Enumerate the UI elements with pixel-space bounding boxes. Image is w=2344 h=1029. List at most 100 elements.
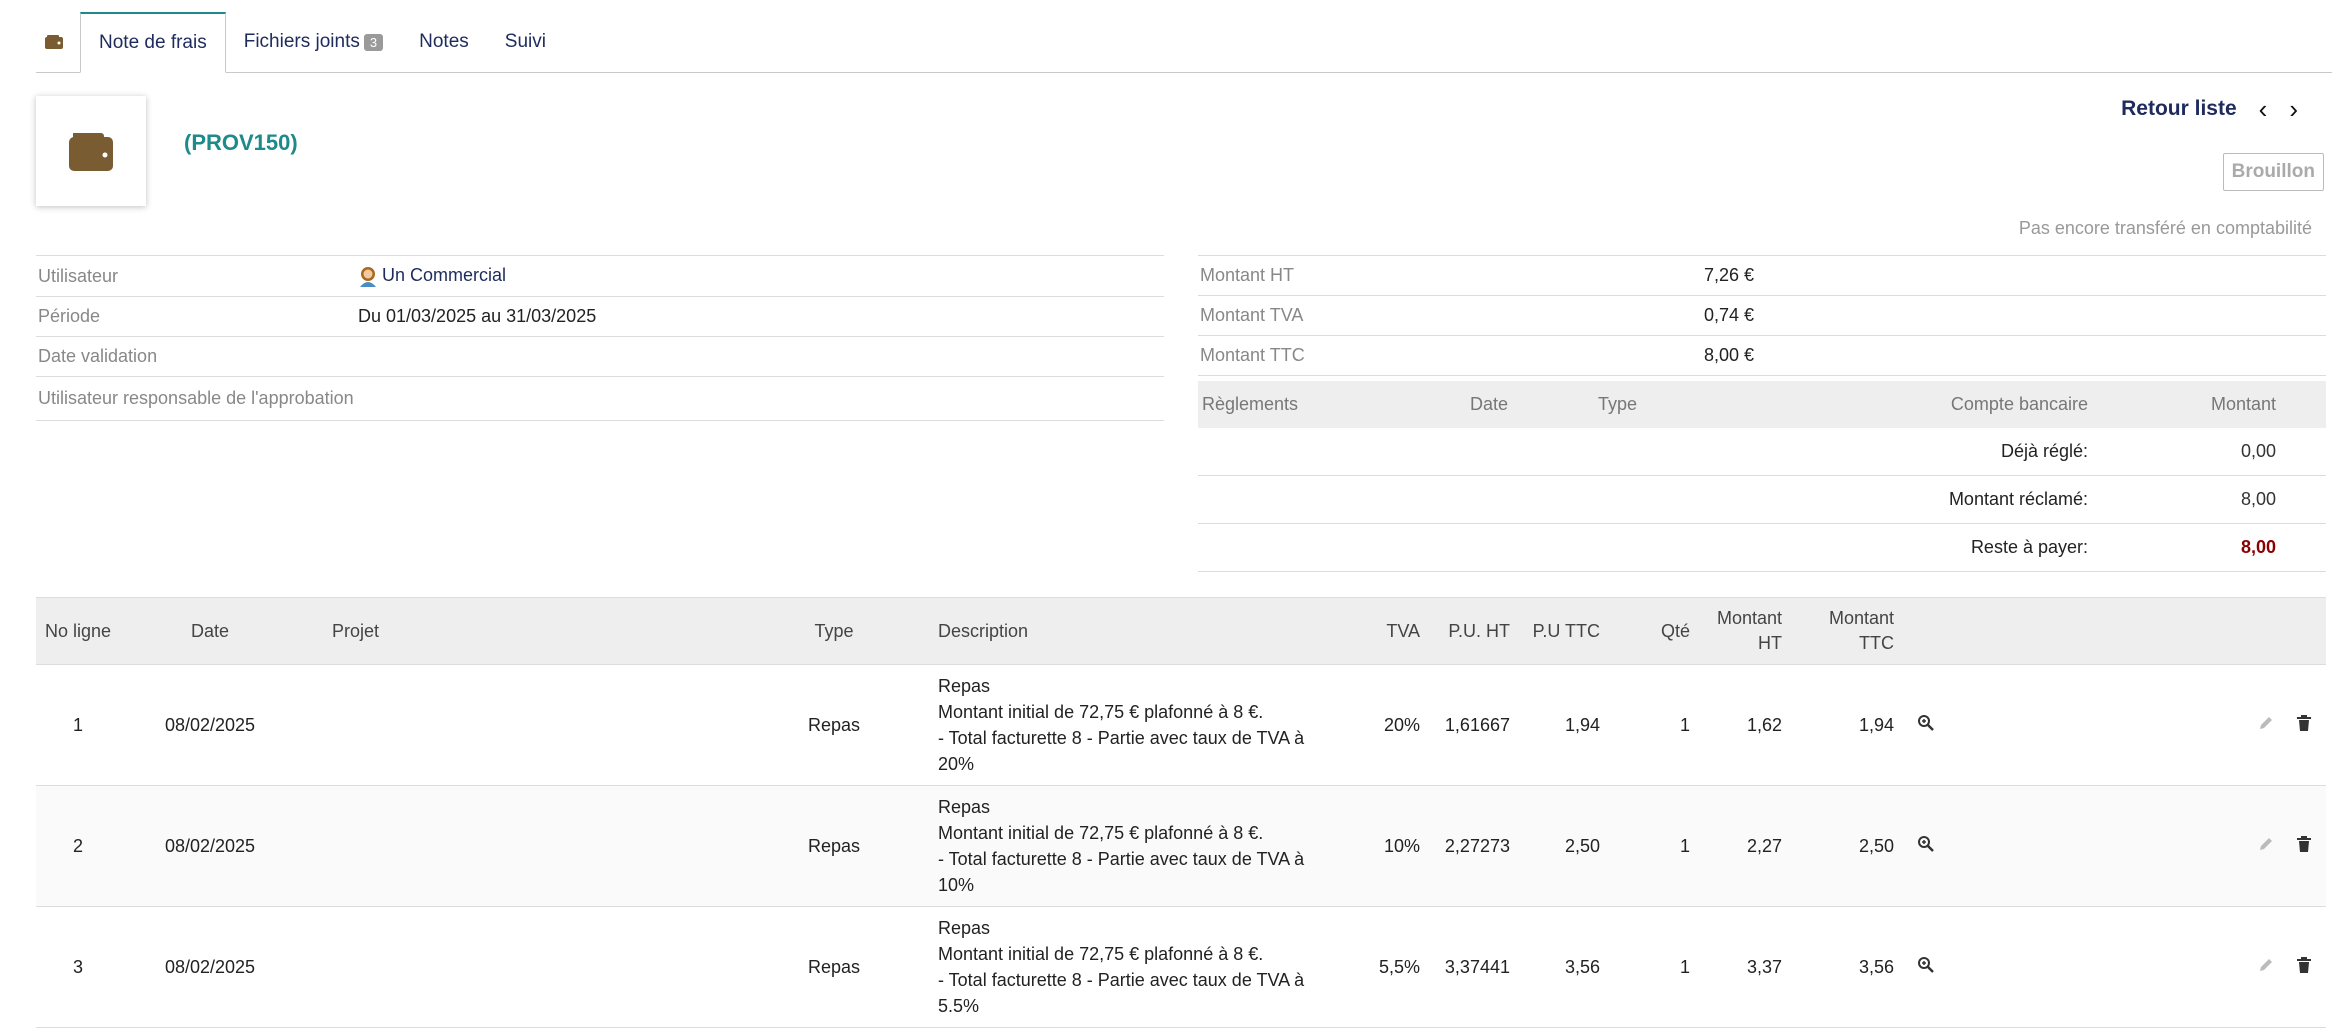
already-paid-value: 0,00	[2092, 428, 2326, 476]
payments-header-type: Type	[1594, 381, 1784, 428]
trash-icon[interactable]	[2296, 714, 2312, 732]
amount-ttc-label: Montant TTC	[1198, 335, 1702, 376]
lines-header-row: No ligne Date Projet Type Description TV…	[36, 597, 2326, 665]
line-project	[300, 664, 758, 786]
col-header-amount-ht: Montant HT	[1696, 597, 1788, 665]
user-label: Utilisateur	[36, 254, 356, 298]
amount-ht-label: Montant HT	[1198, 255, 1702, 296]
info-row-user: Utilisateur Un Commercial	[36, 254, 1164, 298]
line-no: 2	[36, 785, 120, 907]
line-type: Repas	[758, 906, 910, 1028]
tab-suivi[interactable]: Suivi	[487, 12, 564, 72]
trash-icon[interactable]	[2296, 956, 2312, 974]
payments-header-bank-account: Compte bancaire	[1784, 381, 2092, 428]
line-amount-ttc: 1,94	[1788, 664, 1900, 786]
previous-arrow-icon[interactable]: ‹	[2259, 96, 2268, 122]
line-pu-ht: 3,37441	[1426, 906, 1516, 1028]
col-header-no: No ligne	[36, 597, 120, 665]
line-amount-ttc: 3,56	[1788, 906, 1900, 1028]
zoom-icon[interactable]	[1917, 714, 1935, 732]
col-header-tva: TVA	[1354, 597, 1426, 665]
col-header-pu-ttc: P.U TTC	[1516, 597, 1606, 665]
accounting-transfer-note: Pas encore transféré en comptabilité	[2018, 218, 2312, 238]
col-header-amount-ttc: Montant TTC	[1788, 597, 1900, 665]
period-label: Période	[36, 296, 356, 338]
description-line: Repas	[938, 797, 991, 817]
description-line: Montant initial de 72,75 € plafonné à 8 …	[938, 823, 1264, 843]
col-header-qty: Qté	[1606, 597, 1696, 665]
line-no: 3	[36, 906, 120, 1028]
avatar-icon	[360, 267, 376, 288]
description-line: - Total facturette 8 - Partie avec taux …	[938, 849, 1305, 869]
wallet-icon	[69, 133, 113, 171]
line-zoom-cell	[1900, 785, 1952, 907]
info-row-approver: Utilisateur responsable de l'approbation	[36, 376, 1164, 422]
line-type: Repas	[758, 785, 910, 907]
tab-bar: Note de frais Fichiers joints 3 Notes Sui…	[36, 12, 2332, 73]
pencil-icon[interactable]	[2257, 956, 2275, 974]
zoom-icon[interactable]	[1917, 956, 1935, 974]
line-pu-ht: 1,61667	[1426, 664, 1516, 786]
description-line: - Total facturette 8 - Partie avec taux …	[938, 728, 1305, 748]
back-to-list-link[interactable]: Retour liste	[2121, 97, 2237, 121]
line-project	[300, 906, 758, 1028]
payments-table: Règlements Date Type Compte bancaire Mon…	[1198, 381, 2326, 572]
tab-fichiers-joints[interactable]: Fichiers joints 3	[226, 12, 401, 72]
next-arrow-icon[interactable]: ›	[2289, 96, 2298, 122]
description-line: 10%	[938, 875, 975, 895]
line-amount-ttc: 2,50	[1788, 785, 1900, 907]
line-amount-ht: 2,27	[1696, 785, 1788, 907]
info-row-validation: Date validation	[36, 336, 1164, 378]
line-tva: 10%	[1354, 785, 1426, 907]
pencil-icon[interactable]	[2257, 835, 2275, 853]
line-tva: 5,5%	[1354, 906, 1426, 1028]
amount-row-tva: Montant TVA 0,74 €	[1198, 295, 2326, 336]
line-pu-ttc: 1,94	[1516, 664, 1606, 786]
amount-row-ttc: Montant TTC 8,00 €	[1198, 335, 2326, 376]
amount-ht-value: 7,26 €	[1702, 255, 2326, 296]
line-description: Repas Montant initial de 72,75 € plafonn…	[910, 906, 1354, 1028]
col-header-zoom	[1900, 597, 1952, 665]
line-project	[300, 785, 758, 907]
zoom-icon[interactable]	[1917, 835, 1935, 853]
payments-claimed-row: Montant réclamé: 8,00	[1198, 475, 2326, 524]
tab-label: Notes	[419, 31, 469, 52]
description-line: 20%	[938, 754, 975, 774]
line-pu-ht: 2,27273	[1426, 785, 1516, 907]
col-header-type: Type	[758, 597, 910, 665]
remaining-label: Reste à payer:	[1198, 523, 2092, 572]
tab-label: Note de frais	[99, 32, 207, 53]
line-zoom-cell	[1900, 906, 1952, 1028]
pencil-icon[interactable]	[2257, 714, 2275, 732]
tab-label: Fichiers joints	[243, 31, 360, 52]
tab-card-icon[interactable]	[36, 12, 80, 72]
payments-header-date: Date	[1466, 381, 1594, 428]
col-header-project: Projet	[300, 597, 758, 665]
record-logo	[36, 96, 146, 206]
col-header-date: Date	[120, 597, 300, 665]
payments-remaining-row: Reste à payer: 8,00	[1198, 523, 2326, 572]
record-ref: (PROV150)	[184, 130, 298, 155]
table-row: 1 08/02/2025 Repas Repas Montant initial…	[36, 664, 2326, 786]
amounts-table: Montant HT 7,26 € Montant TVA 0,74 € Mon…	[1198, 255, 2326, 376]
line-type: Repas	[758, 664, 910, 786]
tab-note-de-frais[interactable]: Note de frais	[80, 12, 226, 73]
info-table: Utilisateur Un Commercial Période Du 01/…	[36, 254, 1164, 422]
trash-icon[interactable]	[2296, 835, 2312, 853]
col-header-pu-ht: P.U. HT	[1426, 597, 1516, 665]
tab-label: Suivi	[504, 31, 546, 52]
line-actions	[1952, 785, 2326, 907]
line-amount-ht: 3,37	[1696, 906, 1788, 1028]
description-line: - Total facturette 8 - Partie avec taux …	[938, 970, 1305, 990]
col-header-description: Description	[910, 597, 1354, 665]
line-date: 08/02/2025	[120, 906, 300, 1028]
amount-tva-value: 0,74 €	[1702, 295, 2326, 336]
user-link[interactable]: Un Commercial	[382, 265, 506, 285]
tab-notes[interactable]: Notes	[401, 12, 487, 72]
line-description: Repas Montant initial de 72,75 € plafonn…	[910, 664, 1354, 786]
approver-label: Utilisateur responsable de l'approbation	[36, 376, 356, 422]
amount-tva-label: Montant TVA	[1198, 295, 1702, 336]
info-row-period: Période Du 01/03/2025 au 31/03/2025	[36, 296, 1164, 338]
line-qty: 1	[1606, 785, 1696, 907]
description-line: Repas	[938, 918, 991, 938]
